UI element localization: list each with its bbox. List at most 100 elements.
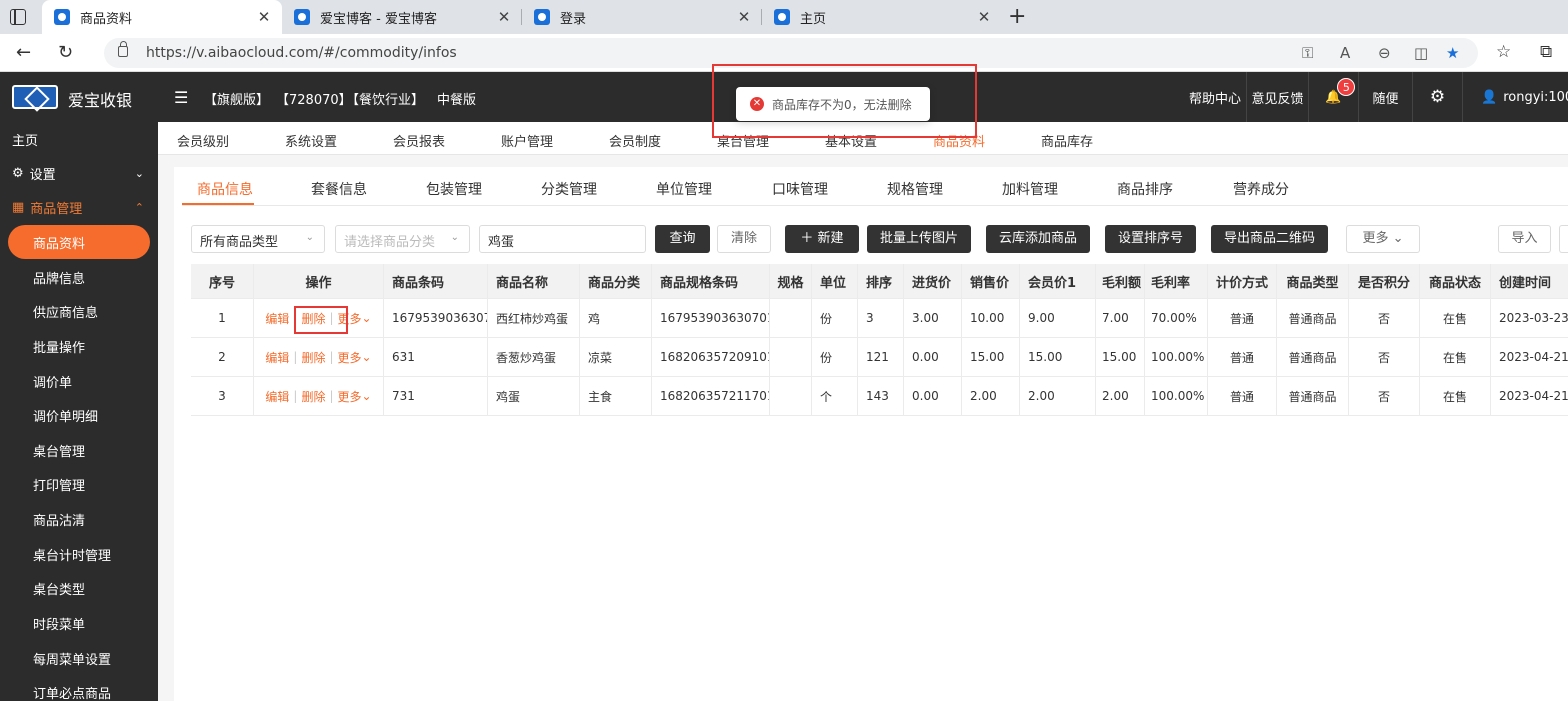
sidebar-item-home[interactable]: 主页 (0, 122, 158, 156)
delete-link[interactable]: 删除 (301, 388, 325, 405)
more-link[interactable]: 更多 (338, 388, 362, 405)
spec-cell (770, 299, 812, 337)
more-dropdown[interactable]: 更多 ⌄ (1346, 225, 1420, 253)
settings-gear-icon[interactable]: ⚙ (1412, 72, 1462, 122)
read-aloud-icon[interactable]: A (1340, 44, 1350, 62)
tab-set-meal[interactable]: 套餐信息 (311, 179, 367, 199)
sidebar-item-brand[interactable]: 品牌信息 (0, 260, 158, 294)
tab-title: 商品资料 (80, 11, 133, 27)
sidebar-item-weekly-menu[interactable]: 每周菜单设置 (0, 641, 158, 675)
subnav-member-system[interactable]: 会员制度 (609, 131, 661, 150)
goods-type-value: 所有商品类型 (200, 235, 279, 250)
user-menu[interactable]: 👤 rongyi:100 (1462, 72, 1568, 122)
browser-tab[interactable]: 爱宝博客 - 爱宝博客 ✕ (282, 0, 522, 34)
table-header: 序号 (191, 264, 254, 298)
url-text[interactable]: https://v.aibaocloud.com/#/commodity/inf… (146, 45, 457, 61)
refresh-icon[interactable]: ↻ (58, 42, 73, 63)
subnav-member-level[interactable]: 会员级别 (177, 131, 229, 150)
tab-spec[interactable]: 规格管理 (887, 179, 943, 199)
sidebar-item-table-type[interactable]: 桌台类型 (0, 571, 158, 605)
notification-button[interactable]: 🔔 5 (1308, 72, 1358, 122)
sort-cell: 143 (858, 377, 904, 415)
zoom-icon[interactable]: ⊖ (1378, 44, 1391, 62)
subnav-account[interactable]: 账户管理 (501, 131, 553, 150)
favorites-icon[interactable]: ☆ (1496, 42, 1511, 62)
feedback-link[interactable]: 意见反馈 (1246, 72, 1308, 122)
tab-flavor[interactable]: 口味管理 (772, 179, 828, 199)
menu-toggle-icon[interactable]: ☰ (174, 88, 188, 107)
browser-tab[interactable]: 商品资料 ✕ (42, 0, 282, 34)
sidebar-item-settings[interactable]: ⚙ 设置 ⌄ (0, 156, 158, 190)
cloud-add-button[interactable]: 云库添加商品 (986, 225, 1090, 253)
batch-upload-button[interactable]: 批量上传图片 (867, 225, 971, 253)
query-button[interactable]: 查询 (655, 225, 710, 253)
split-screen-icon[interactable]: ◫ (1414, 44, 1428, 62)
browser-tab[interactable]: 主页 ✕ (762, 0, 1002, 34)
sidebar-item-table-timer[interactable]: 桌台计时管理 (0, 537, 158, 571)
gross-margin-cell: 70.00% (1145, 299, 1208, 337)
tab-category[interactable]: 分类管理 (541, 179, 597, 199)
category-select[interactable]: 请选择商品分类 ⌄ (335, 225, 470, 253)
tab-close-icon[interactable]: ✕ (976, 8, 992, 26)
sidebar-item-required-goods[interactable]: 订单必点商品 (0, 675, 158, 701)
edit-link[interactable]: 编辑 (265, 310, 289, 327)
subnav-member-report[interactable]: 会员报表 (393, 131, 445, 150)
notification-badge: 5 (1337, 77, 1356, 96)
export-qrcode-button[interactable]: 导出商品二维码 (1211, 225, 1328, 253)
tab-close-icon[interactable]: ✕ (496, 8, 512, 26)
sidebar-item-goods-info[interactable]: 商品资料 (8, 225, 150, 259)
set-sort-button[interactable]: 设置排序号 (1105, 225, 1196, 253)
new-button[interactable]: ＋ 新建 (785, 225, 859, 253)
toast-highlight-box (712, 64, 977, 138)
tab-sort[interactable]: 商品排序 (1117, 179, 1173, 199)
tab-unit[interactable]: 单位管理 (656, 179, 712, 199)
more-link[interactable]: 更多 (338, 349, 362, 366)
goods-type-select[interactable]: 所有商品类型 ⌄ (191, 225, 325, 253)
sidebar-item-supplier[interactable]: 供应商信息 (0, 294, 158, 328)
sidebar-item-sold-out[interactable]: 商品沽清 (0, 502, 158, 536)
import-button[interactable]: 导入 (1498, 225, 1551, 253)
sidebar-item-batch[interactable]: 批量操作 (0, 329, 158, 363)
tab-title: 主页 (800, 11, 827, 27)
tab-title: 爱宝博客 - 爱宝博客 (320, 11, 437, 27)
subnav-system-settings[interactable]: 系统设置 (285, 131, 337, 150)
collections-icon[interactable]: ⧉ (1540, 42, 1552, 62)
key-icon[interactable]: ⚿ (1302, 44, 1313, 62)
edit-link[interactable]: 编辑 (265, 388, 289, 405)
points-cell: 否 (1349, 299, 1420, 337)
sidebar-item-time-menu[interactable]: 时段菜单 (0, 606, 158, 640)
favorite-star-icon[interactable]: ★ (1446, 44, 1459, 62)
new-tab-icon[interactable]: + (1008, 4, 1026, 29)
cost-price-cell: 0.00 (904, 377, 962, 415)
version-label: 【旗舰版】 (204, 93, 270, 108)
bell-icon: 🔔 5 (1325, 77, 1356, 105)
goods-type-cell: 普通商品 (1277, 338, 1349, 376)
tab-close-icon[interactable]: ✕ (736, 8, 752, 26)
browser-tab[interactable]: 登录 ✕ (522, 0, 762, 34)
edit-link[interactable]: 编辑 (265, 349, 289, 366)
sidebar-item-label: 主页 (12, 133, 39, 149)
chevron-down-icon: ⌄ (361, 311, 372, 325)
tab-close-icon[interactable]: ✕ (256, 8, 272, 26)
help-center-link[interactable]: 帮助中心 (1186, 72, 1244, 122)
tab-goods-info[interactable]: 商品信息 (197, 179, 253, 199)
keyword-input[interactable]: 鸡蛋 (479, 225, 646, 253)
sort-cell: 121 (858, 338, 904, 376)
tab-actions-icon[interactable] (10, 9, 26, 25)
delete-link[interactable]: 删除 (301, 349, 325, 366)
sidebar-item-print[interactable]: 打印管理 (0, 467, 158, 501)
subnav-goods-stock[interactable]: 商品库存 (1041, 131, 1093, 150)
points-cell: 否 (1349, 377, 1420, 415)
clear-button[interactable]: 清除 (717, 225, 771, 253)
export-button-partial[interactable] (1559, 225, 1568, 253)
sidebar-item-table[interactable]: 桌台管理 (0, 433, 158, 467)
sidebar-item-price-adjust[interactable]: 调价单 (0, 364, 158, 398)
sidebar-item-price-detail[interactable]: 调价单明细 (0, 398, 158, 432)
sidebar-group-goods[interactable]: ▦ 商品管理 ⌃ (0, 190, 158, 224)
misc-link[interactable]: 随便 (1358, 72, 1412, 122)
unit-cell: 份 (812, 338, 858, 376)
tab-nutrition[interactable]: 营养成分 (1233, 179, 1289, 199)
tab-addon[interactable]: 加料管理 (1002, 179, 1058, 199)
tab-packaging[interactable]: 包装管理 (426, 179, 482, 199)
back-icon[interactable]: ← (16, 42, 31, 63)
